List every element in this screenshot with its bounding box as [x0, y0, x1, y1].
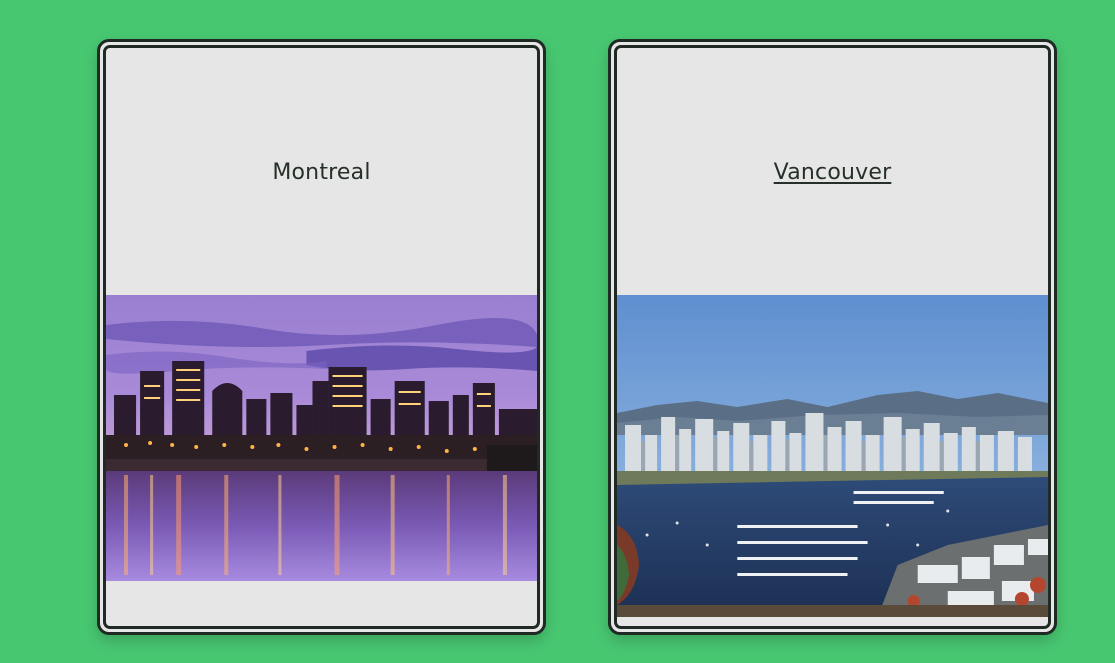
- city-card-vancouver[interactable]: Vancouver: [608, 39, 1057, 635]
- card-title-link[interactable]: Vancouver: [617, 160, 1048, 185]
- card-title: Montreal: [272, 160, 371, 185]
- montreal-photo: [106, 295, 537, 581]
- card-gallery: Montreal Vancouver: [0, 0, 1115, 663]
- city-card-montreal[interactable]: Montreal: [97, 39, 546, 635]
- vancouver-photo: [617, 295, 1048, 617]
